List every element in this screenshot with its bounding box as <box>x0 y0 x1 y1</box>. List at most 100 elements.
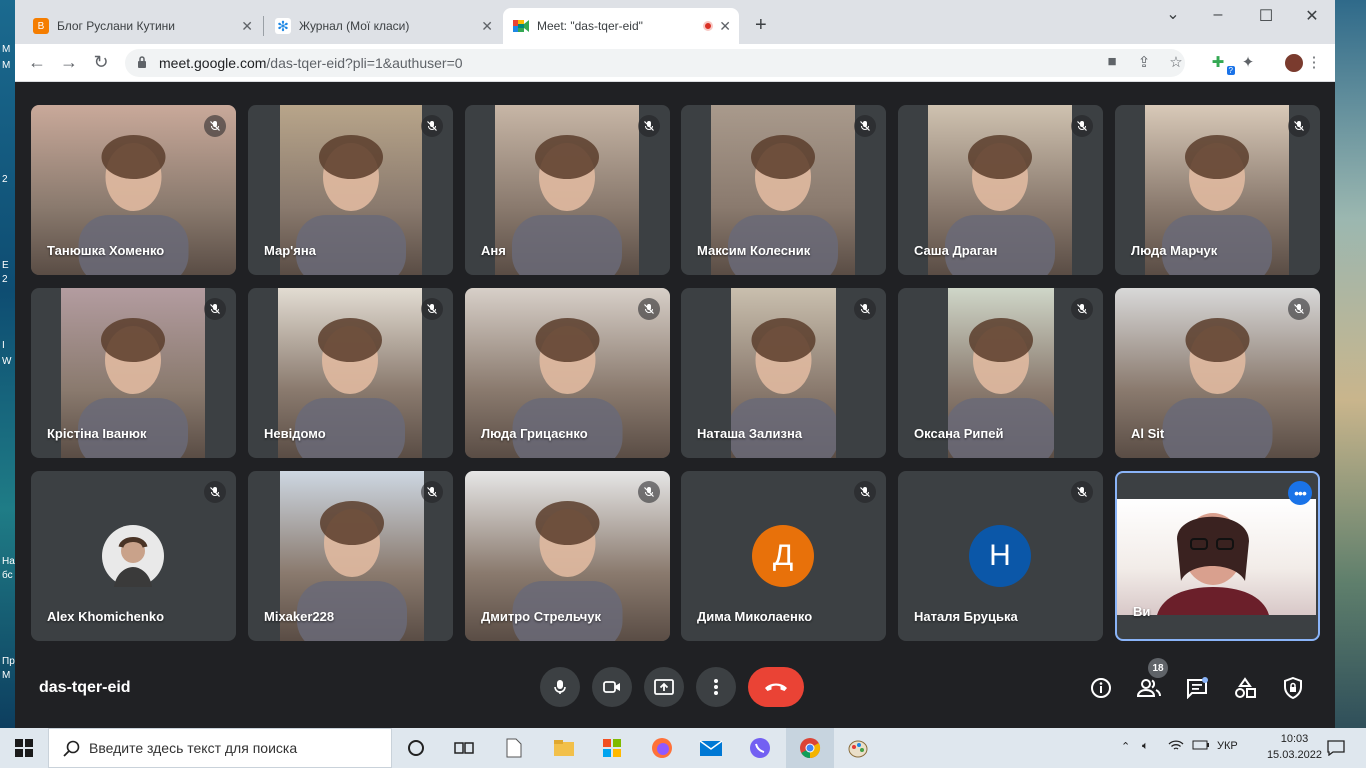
profile-avatar[interactable] <box>1283 52 1305 74</box>
close-icon[interactable]: ✕ <box>241 18 253 35</box>
browser-toolbar: ← → ↻ meet.google.com/das-tqer-eid?pli=1… <box>15 44 1335 82</box>
battery-icon[interactable] <box>1192 740 1210 753</box>
participant-tile[interactable]: Д Дима Миколаенко <box>681 471 886 641</box>
windows-taskbar: Введите здесь текст для поиска ⌃ 🔈︎ УКР … <box>0 728 1366 768</box>
viber-icon[interactable] <box>748 736 772 760</box>
participant-tile[interactable]: Танюшка Хоменко <box>31 105 236 275</box>
file-explorer-icon[interactable] <box>552 736 576 760</box>
participant-tile[interactable]: Люда Грицаєнко <box>465 288 670 458</box>
tab-journal[interactable]: ✻ Журнал (Мої класи) ✕ <box>265 8 501 44</box>
present-screen-button[interactable] <box>644 667 684 707</box>
participant-tile[interactable]: Н Наталя Бруцька <box>898 471 1103 641</box>
cortana-icon[interactable] <box>404 736 428 760</box>
new-tab-button[interactable]: + <box>755 14 767 37</box>
share-icon[interactable]: ⇪ <box>1133 53 1155 71</box>
participant-tile[interactable]: Саша Драган <box>898 105 1103 275</box>
participant-tile[interactable]: Максим Колесник <box>681 105 886 275</box>
mic-off-icon <box>638 481 660 503</box>
participant-tile[interactable]: Крістіна Іванюк <box>31 288 236 458</box>
clock-time: 10:03 <box>1280 733 1309 745</box>
participant-tile[interactable]: Mixaker228 <box>248 471 453 641</box>
activities-icon <box>1235 677 1256 698</box>
participant-tile[interactable]: Оксана Рипей <box>898 288 1103 458</box>
microphone-button[interactable] <box>540 667 580 707</box>
maximize-button[interactable]: ☐ <box>1243 6 1289 26</box>
present-icon <box>654 679 674 695</box>
hang-up-icon <box>765 683 787 691</box>
lock-icon <box>138 56 146 68</box>
mic-off-icon <box>421 298 443 320</box>
meeting-details-button[interactable] <box>1088 675 1114 701</box>
wifi-icon[interactable] <box>1168 740 1184 755</box>
profile-photo <box>102 525 164 587</box>
document-icon[interactable] <box>502 736 526 760</box>
bookmark-star-icon[interactable]: ☆ <box>1165 53 1187 71</box>
chevron-up-icon[interactable]: ⌃ <box>1121 740 1130 753</box>
more-options-icon[interactable]: ••• <box>1288 481 1312 505</box>
puzzle-icon[interactable]: ✦ <box>1237 53 1259 71</box>
participant-tile[interactable]: Наташа Зализна <box>681 288 886 458</box>
camera-button[interactable] <box>592 667 632 707</box>
taskbar-search-box[interactable]: Введите здесь текст для поиска <box>48 728 392 768</box>
participant-tile[interactable]: ••• Ви <box>1115 471 1320 641</box>
participant-name: Люда Грицаєнко <box>481 426 588 441</box>
participant-tile[interactable]: Alex Khomichenko <box>31 471 236 641</box>
more-vert-icon <box>714 679 718 695</box>
mic-off-icon <box>854 481 876 503</box>
windows-start-icon[interactable] <box>12 736 36 760</box>
participant-name: Максим Колесник <box>697 243 811 258</box>
close-window-button[interactable]: ✕ <box>1289 6 1335 26</box>
participant-tile[interactable]: Невідомо <box>248 288 453 458</box>
mail-icon[interactable] <box>699 736 723 760</box>
paint-icon[interactable] <box>846 736 870 760</box>
chevron-down-icon[interactable]: ⌄ <box>1150 4 1196 24</box>
desktop-background-left: М М 2 Е 2 I W На бс Пр М <box>0 0 15 728</box>
chat-button[interactable] <box>1184 675 1210 701</box>
forward-button[interactable]: → <box>57 52 81 73</box>
avatar-initial: Д <box>752 525 814 587</box>
notifications-icon[interactable] <box>1324 736 1348 760</box>
participant-name: Невідомо <box>264 426 326 441</box>
tab-separator <box>263 16 264 36</box>
microsoft-store-icon[interactable] <box>600 736 624 760</box>
leave-call-button[interactable] <box>748 667 804 707</box>
minimize-button[interactable]: – <box>1195 6 1241 24</box>
extension-icon[interactable]: ✚ <box>1207 53 1229 71</box>
participants-button[interactable] <box>1136 675 1162 701</box>
mic-off-icon <box>1071 481 1093 503</box>
camera-status-icon[interactable]: ■ <box>1101 53 1123 70</box>
close-icon[interactable]: ✕ <box>719 18 731 35</box>
extension-badge: ? <box>1226 66 1235 75</box>
task-view-icon[interactable] <box>452 736 476 760</box>
participant-tile[interactable]: Дмитро Стрельчук <box>465 471 670 641</box>
activities-button[interactable] <box>1232 675 1258 701</box>
tab-meet[interactable]: Meet: "das-tqer-eid" ✕ <box>503 8 739 44</box>
participant-name: Alex Khomichenko <box>47 609 165 624</box>
tab-title: Журнал (Мої класи) <box>299 19 410 33</box>
participant-name: Mixaker228 <box>264 609 335 624</box>
mic-off-icon <box>1288 115 1310 137</box>
host-controls-button[interactable] <box>1280 675 1306 701</box>
info-icon <box>1091 678 1111 698</box>
speaker-icon[interactable]: 🔈︎ <box>1142 740 1149 753</box>
tab-blog[interactable]: B Блог Руслани Кутини ✕ <box>23 8 261 44</box>
back-button[interactable]: ← <box>25 52 49 73</box>
close-icon[interactable]: ✕ <box>481 18 493 35</box>
google-meet-icon <box>513 18 529 34</box>
system-clock[interactable]: 10:03 15.03.2022 <box>1267 731 1322 763</box>
camera-icon <box>603 681 620 693</box>
more-options-button[interactable] <box>696 667 736 707</box>
input-language[interactable]: УКР <box>1217 740 1238 752</box>
blogger-icon: B <box>33 18 49 34</box>
participant-tile[interactable]: Al Sit <box>1115 288 1320 458</box>
participant-tile[interactable]: Аня <box>465 105 670 275</box>
mic-off-icon <box>204 298 226 320</box>
firefox-icon[interactable] <box>650 736 674 760</box>
participant-tile[interactable]: Люда Марчук <box>1115 105 1320 275</box>
mic-off-icon <box>204 481 226 503</box>
address-bar[interactable]: meet.google.com/das-tqer-eid?pli=1&authu… <box>125 49 1185 77</box>
menu-icon[interactable]: ⋮ <box>1303 53 1325 71</box>
reload-button[interactable]: ↻ <box>89 52 113 73</box>
chrome-taskbar-button[interactable] <box>786 728 834 768</box>
participant-tile[interactable]: Мар'яна <box>248 105 453 275</box>
